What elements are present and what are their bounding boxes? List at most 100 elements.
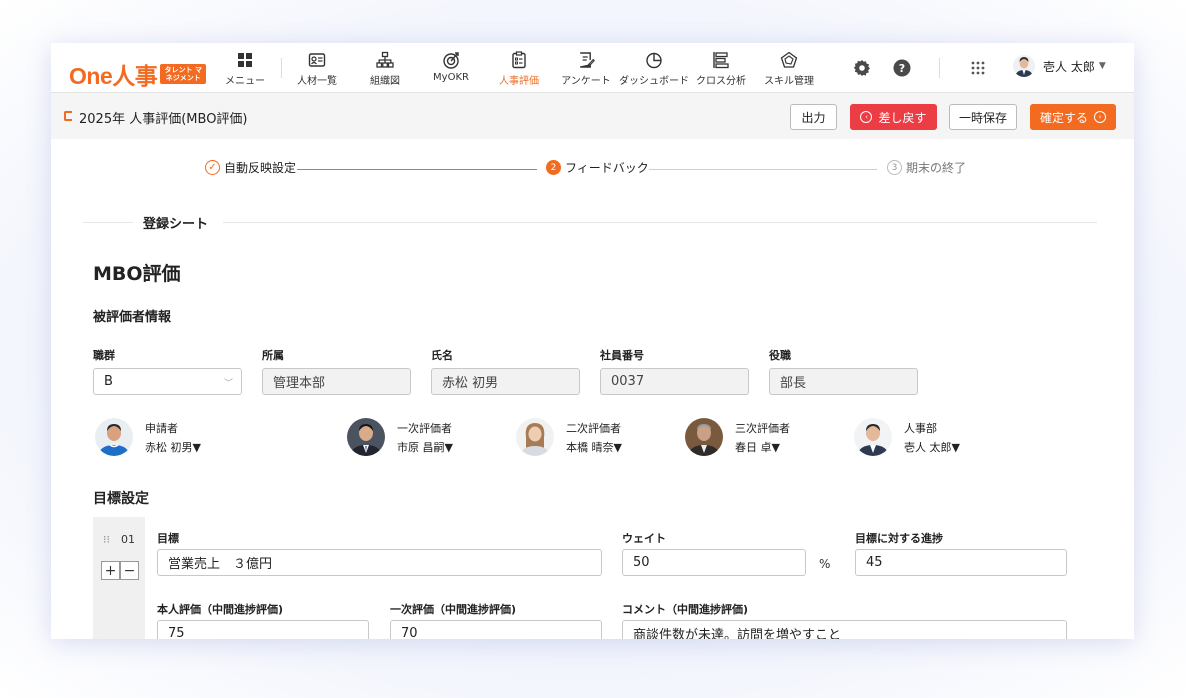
employee-no-value: 0037 — [611, 374, 645, 389]
first-eval-input[interactable]: 70 — [390, 620, 602, 639]
progress-input[interactable]: 45 — [855, 549, 1067, 576]
nav-dashboard[interactable]: ダッシュボード — [619, 51, 689, 87]
caret-down-icon: ▼ — [1098, 61, 1106, 71]
progress-value: 45 — [866, 555, 883, 570]
divider — [83, 222, 133, 223]
nav-talent-list[interactable]: 人材一覧 — [297, 51, 337, 87]
first-eval-value: 70 — [401, 626, 418, 639]
send-back-button-label: 差し戻す — [878, 110, 927, 125]
org-chart-icon — [376, 51, 394, 68]
nav-label: 組織図 — [370, 76, 400, 87]
id-card-icon — [308, 53, 326, 67]
weight-input[interactable]: 50 — [622, 549, 806, 576]
department-value: 管理本部 — [273, 376, 326, 391]
survey-icon — [579, 52, 595, 68]
goal-value: 営業売上 ３億円 — [168, 557, 273, 572]
temp-save-button[interactable]: 一時保存 — [949, 104, 1017, 130]
evaluator-hr[interactable]: 人事部 壱人 太郎▼ — [854, 418, 960, 456]
app-logo[interactable]: One人事 タレント マネジメント — [69, 57, 207, 91]
department-field: 管理本部 — [262, 368, 411, 395]
nav-hr-evaluation[interactable]: 人事評価 — [499, 51, 539, 87]
check-icon: ✓ — [205, 160, 220, 175]
weight-unit: % — [819, 557, 831, 571]
step-period-end[interactable]: 3 期末の終了 — [887, 159, 966, 176]
nav-label: MyOKR — [433, 72, 469, 83]
step-label: 期末の終了 — [906, 161, 967, 175]
logo-badge: タレント マネジメント — [160, 64, 207, 84]
job-group-select[interactable]: B ﹀ — [93, 368, 242, 395]
nav-cross-analysis[interactable]: クロス分析 — [696, 51, 746, 87]
back-arrow-icon: ‹ — [860, 111, 873, 123]
first-eval-label: 一次評価（中間進捗評価) — [390, 603, 517, 616]
skill-radar-icon — [780, 51, 798, 68]
step-label: 自動反映設定 — [224, 161, 297, 175]
add-row-button[interactable]: + — [101, 561, 120, 580]
evaluator-first[interactable]: 一次評価者 市原 昌嗣▼ — [347, 418, 453, 456]
bracket-icon — [64, 111, 72, 121]
evaluator-role: 人事部 — [904, 421, 937, 435]
goal-label: 目標 — [157, 532, 179, 545]
nav-menu[interactable]: メニュー — [225, 51, 265, 87]
help-icon[interactable]: ? — [893, 59, 911, 77]
evaluator-third[interactable]: 三次評価者 春日 卓▼ — [685, 418, 790, 456]
content-panel: ✓ 自動反映設定 2 フィードバック 3 期末の終了 登録シート MBO評価 被… — [63, 141, 1134, 639]
nav-label: 人材一覧 — [297, 76, 337, 87]
goal-row-handle: ⁝⁝ 01 + − — [93, 517, 145, 639]
evaluator-name: 春日 卓▼ — [735, 440, 780, 454]
divider — [281, 58, 282, 78]
evaluator-role: 三次評価者 — [735, 421, 790, 435]
cross-analysis-icon — [713, 52, 729, 69]
drag-handle-icon[interactable]: ⁝⁝ — [103, 533, 110, 546]
evaluator-name: 赤松 初男▼ — [145, 440, 201, 454]
user-name: 壱人 太郎 — [1043, 59, 1095, 74]
name-label: 氏名 — [431, 349, 453, 362]
send-back-button[interactable]: ‹ 差し戻す — [850, 104, 937, 130]
grid-icon — [238, 53, 252, 67]
gear-icon[interactable] — [853, 59, 871, 77]
page-title: 2025年 人事評価(MBO評価) — [79, 112, 248, 127]
comment-input[interactable]: 商談件数が未達。訪問を増やすこと — [622, 620, 1067, 639]
nav-label: クロス分析 — [696, 76, 746, 87]
avatar — [1013, 55, 1035, 77]
progress-label: 目標に対する進捗 — [855, 532, 943, 545]
self-eval-value: 75 — [168, 626, 185, 639]
progress-stepper: ✓ 自動反映設定 2 フィードバック 3 期末の終了 — [63, 159, 1134, 179]
confirm-button[interactable]: 確定する › — [1030, 104, 1116, 130]
divider — [223, 222, 1097, 223]
goal-input[interactable]: 営業売上 ３億円 — [157, 549, 602, 576]
job-group-label: 職群 — [93, 349, 115, 362]
step-feedback[interactable]: 2 フィードバック — [546, 159, 649, 176]
export-button[interactable]: 出力 — [790, 104, 837, 130]
nav-label: メニュー — [225, 76, 265, 87]
nav-label: スキル管理 — [764, 76, 814, 87]
job-group-value: B — [104, 374, 113, 389]
evaluator-name: 本橋 晴奈▼ — [566, 440, 622, 454]
clipboard-icon — [512, 51, 526, 69]
user-menu[interactable]: 壱人 太郎 ▼ — [1013, 55, 1106, 77]
evaluator-role: 二次評価者 — [566, 421, 621, 435]
evaluator-second[interactable]: 二次評価者 本橋 晴奈▼ — [516, 418, 622, 456]
section-label: 登録シート — [143, 217, 209, 232]
forward-arrow-icon: › — [1094, 111, 1106, 123]
name-value: 赤松 初男 — [442, 376, 499, 391]
remove-row-button[interactable]: − — [120, 561, 139, 580]
divider — [939, 58, 940, 78]
employee-no-field: 0037 — [600, 368, 749, 395]
step-connector — [297, 169, 537, 170]
nav-skill-management[interactable]: スキル管理 — [764, 51, 814, 87]
nav-org-chart[interactable]: 組織図 — [370, 51, 400, 87]
export-button-label: 出力 — [801, 110, 826, 125]
confirm-button-label: 確定する — [1039, 110, 1088, 125]
avatar — [685, 418, 723, 456]
nav-myokr[interactable]: MyOKR — [433, 51, 469, 83]
target-icon — [443, 52, 459, 69]
nav-survey[interactable]: アンケート — [561, 51, 611, 87]
evaluator-name: 市原 昌嗣▼ — [397, 440, 453, 454]
self-eval-input[interactable]: 75 — [157, 620, 369, 639]
nav-label: ダッシュボード — [619, 76, 689, 87]
subject-heading: 被評価者情報 — [93, 310, 172, 325]
evaluator-applicant[interactable]: 申請者 赤松 初男▼ — [95, 418, 201, 456]
evaluator-role: 申請者 — [145, 421, 178, 435]
step-auto-reflect[interactable]: ✓ 自動反映設定 — [205, 159, 296, 176]
apps-grid-icon[interactable] — [969, 59, 987, 77]
